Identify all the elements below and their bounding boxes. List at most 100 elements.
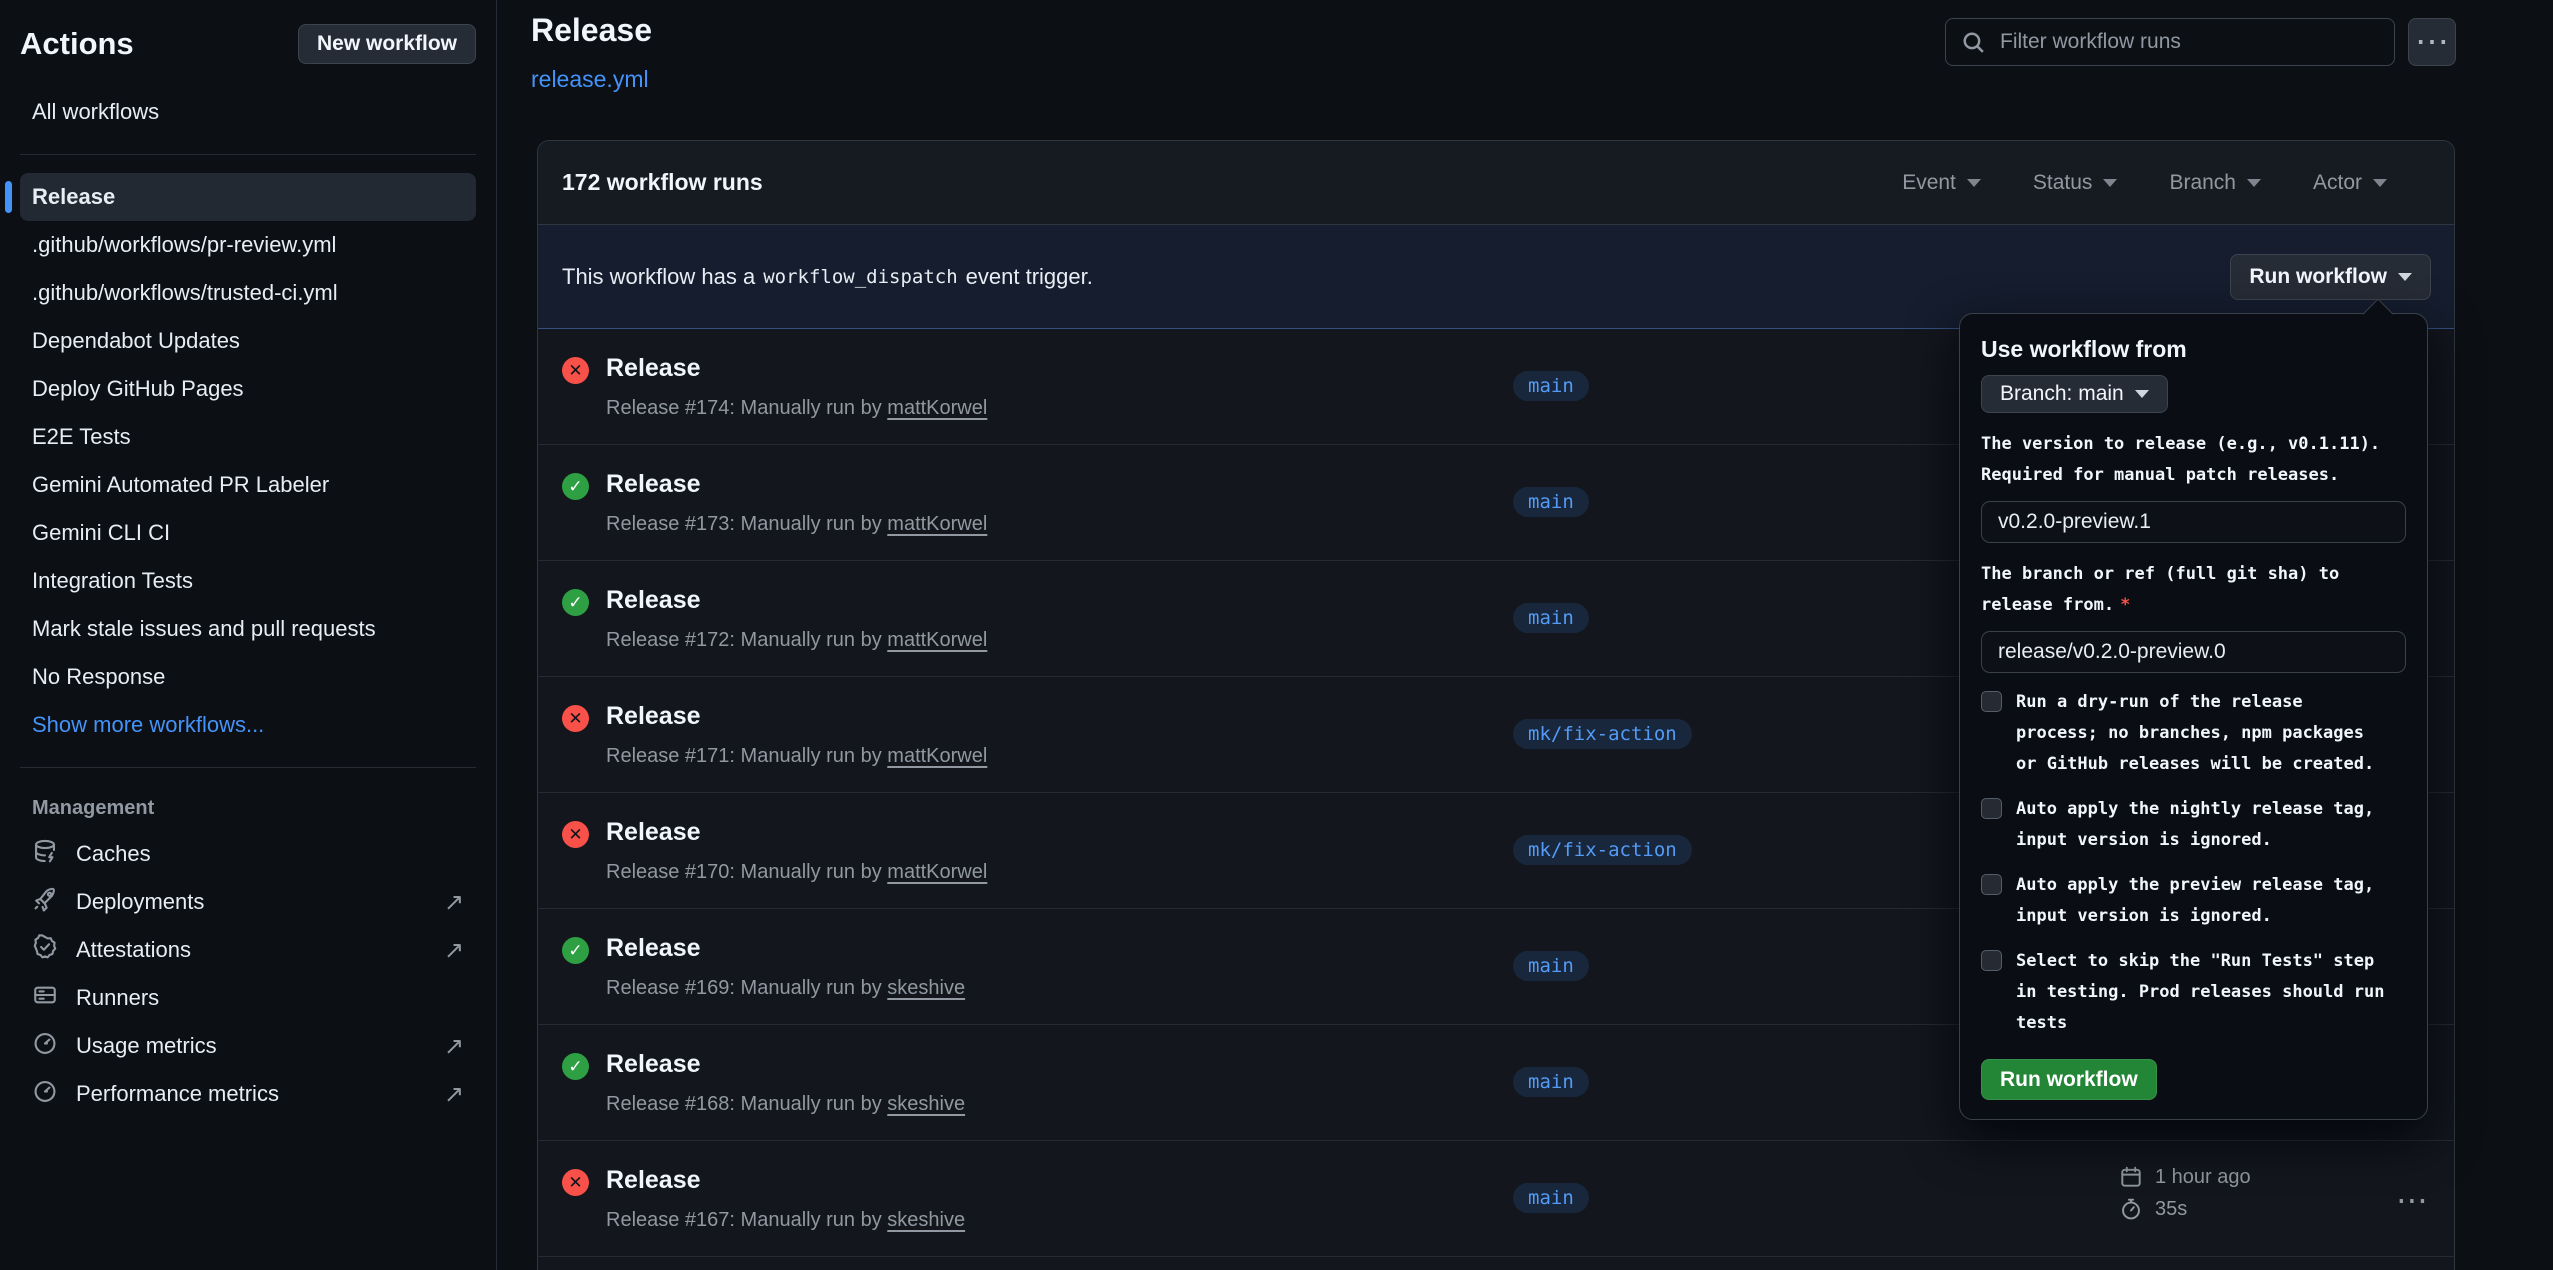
search-input[interactable] (1945, 18, 2395, 66)
skip-tests-checkbox[interactable] (1981, 950, 2002, 971)
meter-icon (32, 1030, 58, 1062)
sidebar-item-gemini-cli-ci[interactable]: Gemini CLI CI (20, 509, 476, 557)
branch-badge[interactable]: main (1513, 951, 1589, 981)
branch-badge[interactable]: main (1513, 487, 1589, 517)
sidebar-item-trusted-ci[interactable]: .github/workflows/trusted-ci.yml (20, 269, 476, 317)
workflow-file-link[interactable]: release.yml (531, 66, 649, 93)
run-description: Release #169: Manually run by skeshive (606, 977, 965, 1000)
run-kebab-button[interactable]: ⋯ (2396, 1181, 2428, 1219)
cache-icon (32, 838, 58, 870)
external-link-icon: ↗ (444, 1032, 464, 1061)
actions-page: Actions New workflow All workflows Relea… (0, 0, 2553, 1270)
branch-filter-dropdown[interactable]: Branch (2169, 171, 2261, 195)
sidebar-item-attestations[interactable]: Attestations ↗ (20, 926, 476, 974)
version-input[interactable] (1981, 501, 2406, 543)
actor-link[interactable]: mattKorwel (887, 513, 987, 535)
sidebar-item-performance-metrics[interactable]: Performance metrics ↗ (20, 1070, 476, 1118)
branch-badge[interactable]: main (1513, 371, 1589, 401)
run-title-link[interactable]: Release (606, 586, 701, 615)
sidebar-item-mark-stale[interactable]: Mark stale issues and pull requests (20, 605, 476, 653)
sidebar-item-label: Attestations (76, 937, 191, 963)
ref-input[interactable] (1981, 631, 2406, 673)
meter-icon (32, 1078, 58, 1110)
branch-badge[interactable]: main (1513, 1183, 1589, 1213)
run-time: 1 hour ago (2155, 1166, 2251, 1189)
sidebar-item-release[interactable]: Release (20, 173, 476, 221)
page-title: Release (531, 12, 652, 49)
actor-link[interactable]: mattKorwel (887, 629, 987, 651)
sidebar-item-caches[interactable]: Caches (20, 830, 476, 878)
actor-link[interactable]: skeshive (887, 1209, 965, 1231)
checkbox-label[interactable]: Run a dry-run of the release process; no… (2016, 687, 2388, 780)
run-meta: 1 hour ago 35s (2119, 1161, 2251, 1225)
run-title-link[interactable]: Release (606, 1050, 701, 1079)
management-section-label: Management (20, 786, 476, 830)
checkbox-label[interactable]: Auto apply the preview release tag, inpu… (2016, 870, 2388, 932)
status-filter-dropdown[interactable]: Status (2033, 171, 2118, 195)
runs-count: 172 workflow runs (562, 169, 763, 196)
chevron-down-icon (2373, 179, 2387, 187)
sidebar-item-label: Caches (76, 841, 151, 867)
run-description: Release #168: Manually run by skeshive (606, 1093, 965, 1116)
actor-link[interactable]: mattKorwel (887, 397, 987, 419)
sidebar-item-dependabot-updates[interactable]: Dependabot Updates (20, 317, 476, 365)
check-circle-icon (562, 589, 589, 616)
new-workflow-button[interactable]: New workflow (298, 24, 476, 64)
workflow-options-kebab-button[interactable]: ⋯ (2408, 18, 2456, 66)
run-title-link[interactable]: Release (606, 470, 701, 499)
actor-link[interactable]: skeshive (887, 977, 965, 999)
ref-help-text: The branch or ref (full git sha) to rele… (1981, 559, 2406, 621)
run-title-link[interactable]: Release (606, 1166, 701, 1195)
run-title-link[interactable]: Release (606, 702, 701, 731)
rocket-icon (32, 886, 58, 918)
branch-badge[interactable]: mk/fix-action (1513, 719, 1692, 749)
actor-filter-dropdown[interactable]: Actor (2313, 171, 2387, 195)
sidebar-item-e2e-tests[interactable]: E2E Tests (20, 413, 476, 461)
run-workflow-dropdown-button[interactable]: Run workflow (2230, 254, 2431, 300)
sidebar-item-usage-metrics[interactable]: Usage metrics ↗ (20, 1022, 476, 1070)
chevron-down-icon (2247, 179, 2261, 187)
run-description: Release #173: Manually run by mattKorwel (606, 513, 987, 536)
run-title-link[interactable]: Release (606, 818, 701, 847)
sidebar-item-integration-tests[interactable]: Integration Tests (20, 557, 476, 605)
dry-run-checkbox[interactable] (1981, 691, 2002, 712)
runs-panel-header: 172 workflow runs Event Status Branch Ac… (538, 141, 2454, 225)
event-trigger-code: workflow_dispatch (763, 266, 957, 288)
actions-sidebar: Actions New workflow All workflows Relea… (0, 0, 497, 1270)
sidebar-item-deployments[interactable]: Deployments ↗ (20, 878, 476, 926)
sidebar-item-gemini-pr-labeler[interactable]: Gemini Automated PR Labeler (20, 461, 476, 509)
external-link-icon: ↗ (444, 888, 464, 917)
event-filter-dropdown[interactable]: Event (1902, 171, 1981, 195)
branch-badge[interactable]: mk/fix-action (1513, 835, 1692, 865)
required-asterisk: * (2120, 595, 2130, 615)
checkbox-label[interactable]: Select to skip the "Run Tests" step in t… (2016, 946, 2388, 1039)
sidebar-item-all-workflows[interactable]: All workflows (20, 88, 476, 136)
branch-selector-button[interactable]: Branch: main (1981, 375, 2168, 413)
nightly-tag-checkbox[interactable] (1981, 798, 2002, 819)
x-circle-icon (562, 357, 589, 384)
check-circle-icon (562, 473, 589, 500)
actor-link[interactable]: mattKorwel (887, 861, 987, 883)
sidebar-item-pr-review[interactable]: .github/workflows/pr-review.yml (20, 221, 476, 269)
x-circle-icon (562, 705, 589, 732)
sidebar-item-deploy-github-pages[interactable]: Deploy GitHub Pages (20, 365, 476, 413)
show-more-workflows-link[interactable]: Show more workflows... (20, 701, 476, 749)
actor-link[interactable]: mattKorwel (887, 745, 987, 767)
run-title-link[interactable]: Release (606, 934, 701, 963)
run-title-link[interactable]: Release (606, 354, 701, 383)
sidebar-item-no-response[interactable]: No Response (20, 653, 476, 701)
popover-title: Use workflow from (1981, 336, 2406, 363)
actor-link[interactable]: skeshive (887, 1093, 965, 1115)
run-workflow-popover: Use workflow from Branch: main The versi… (1959, 313, 2428, 1120)
branch-badge[interactable]: main (1513, 603, 1589, 633)
preview-tag-checkbox[interactable] (1981, 874, 2002, 895)
verified-icon (32, 934, 58, 966)
checkbox-label[interactable]: Auto apply the nightly release tag, inpu… (2016, 794, 2388, 856)
dry-run-checkbox-row: Run a dry-run of the release process; no… (1981, 687, 2406, 780)
run-description: Release #167: Manually run by skeshive (606, 1209, 965, 1232)
sidebar-item-runners[interactable]: Runners (20, 974, 476, 1022)
run-workflow-submit-button[interactable]: Run workflow (1981, 1059, 2157, 1100)
run-description: Release #171: Manually run by mattKorwel (606, 745, 987, 768)
run-description: Release #174: Manually run by mattKorwel (606, 397, 987, 420)
branch-badge[interactable]: main (1513, 1067, 1589, 1097)
